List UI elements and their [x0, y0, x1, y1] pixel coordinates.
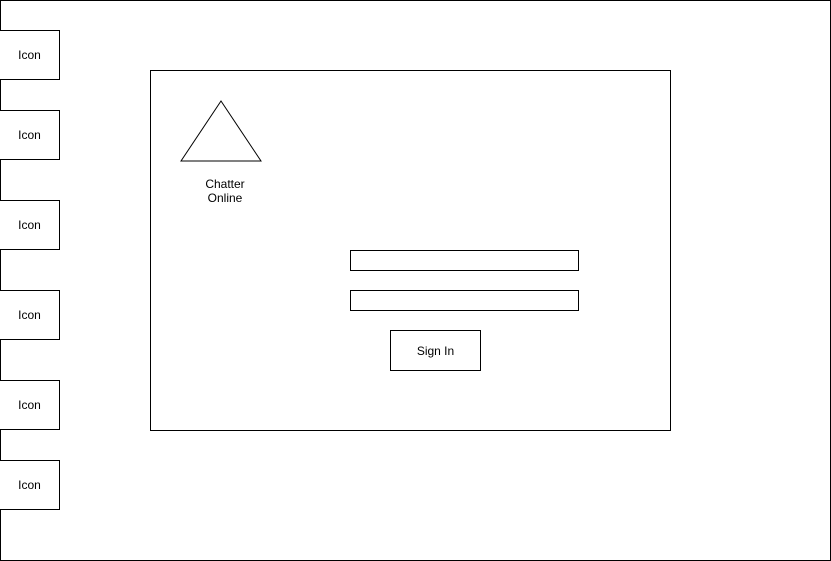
app-name: Chatter Online: [205, 177, 245, 205]
sidebar-icon-label: Icon: [18, 218, 41, 232]
username-input[interactable]: [350, 250, 579, 271]
sidebar-icon-button-5[interactable]: Icon: [0, 380, 60, 430]
password-input[interactable]: [350, 290, 579, 311]
triangle-logo-icon: [180, 100, 262, 162]
sidebar-icon-label: Icon: [18, 48, 41, 62]
sign-in-button[interactable]: Sign In: [390, 330, 481, 371]
sidebar-icon-button-1[interactable]: Icon: [0, 30, 60, 80]
sidebar-icon-button-4[interactable]: Icon: [0, 290, 60, 340]
sidebar-icon-button-2[interactable]: Icon: [0, 110, 60, 160]
sidebar-icon-label: Icon: [18, 128, 41, 142]
sidebar-icon-label: Icon: [18, 308, 41, 322]
login-panel: Chatter Online Sign In: [150, 70, 671, 431]
sidebar-icon-label: Icon: [18, 478, 41, 492]
sidebar-icon-button-3[interactable]: Icon: [0, 200, 60, 250]
sidebar-icon-button-6[interactable]: Icon: [0, 460, 60, 510]
sidebar-icon-label: Icon: [18, 398, 41, 412]
